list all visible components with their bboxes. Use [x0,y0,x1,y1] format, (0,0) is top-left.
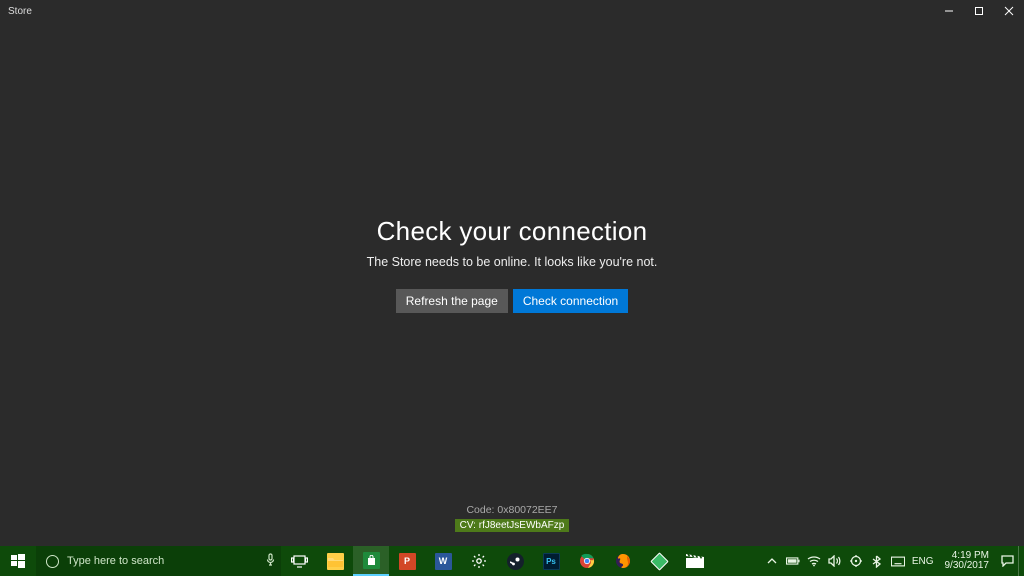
tray-action-center-icon[interactable] [1000,554,1014,568]
taskbar-app-chrome[interactable] [569,546,605,576]
taskbar-app-misc1[interactable] [641,546,677,576]
tray-keyboard-icon[interactable] [891,554,905,568]
window-title: Store [8,6,32,17]
error-subtext: The Store needs to be online. It looks l… [367,255,658,269]
store-window: Store Check your connection The Store ne… [0,0,1024,546]
taskbar-app-explorer[interactable] [317,546,353,576]
tray-bluetooth-icon[interactable] [870,554,884,568]
close-button[interactable] [994,0,1024,22]
taskbar-app-powerpoint[interactable]: P [389,546,425,576]
tray-battery-icon[interactable] [786,554,800,568]
system-tray: ENG 4:19 PM 9/30/2017 [759,546,1018,576]
tray-date: 9/30/2017 [945,561,990,572]
error-headline: Check your connection [377,216,648,247]
tray-location-icon[interactable] [849,554,863,568]
error-code: Code: 0x80072EE7 [466,504,557,516]
mic-icon[interactable] [259,553,281,569]
error-cv: CV: rfJ8eetJsEWbAFzp [455,519,570,532]
tray-wifi-icon[interactable] [807,554,821,568]
refresh-button[interactable]: Refresh the page [396,289,508,313]
tray-clock[interactable]: 4:19 PM 9/30/2017 [941,551,994,572]
task-view-button[interactable] [281,546,317,576]
tray-language[interactable]: ENG [912,556,934,567]
button-row: Refresh the page Check connection [396,289,628,313]
error-footer: Code: 0x80072EE7 CV: rfJ8eetJsEWbAFzp [0,504,1024,532]
taskbar-app-firefox[interactable] [605,546,641,576]
search-placeholder: Type here to search [67,555,259,567]
taskbar-app-settings[interactable] [461,546,497,576]
taskbar: Type here to search P W Ps [0,546,1024,576]
tray-volume-icon[interactable] [828,554,842,568]
start-button[interactable] [0,546,36,576]
search-box[interactable]: Type here to search [36,546,281,576]
taskbar-app-store[interactable] [353,546,389,576]
cortana-icon [46,555,59,568]
error-content: Check your connection The Store needs to… [0,22,1024,546]
show-desktop-button[interactable] [1018,546,1024,576]
taskbar-app-photoshop[interactable]: Ps [533,546,569,576]
minimize-button[interactable] [934,0,964,22]
tray-chevron-up-icon[interactable] [765,554,779,568]
maximize-button[interactable] [964,0,994,22]
titlebar: Store [0,0,1024,22]
taskbar-app-steam[interactable] [497,546,533,576]
taskbar-app-word[interactable]: W [425,546,461,576]
taskbar-app-movies[interactable] [677,546,713,576]
check-connection-button[interactable]: Check connection [513,289,628,313]
